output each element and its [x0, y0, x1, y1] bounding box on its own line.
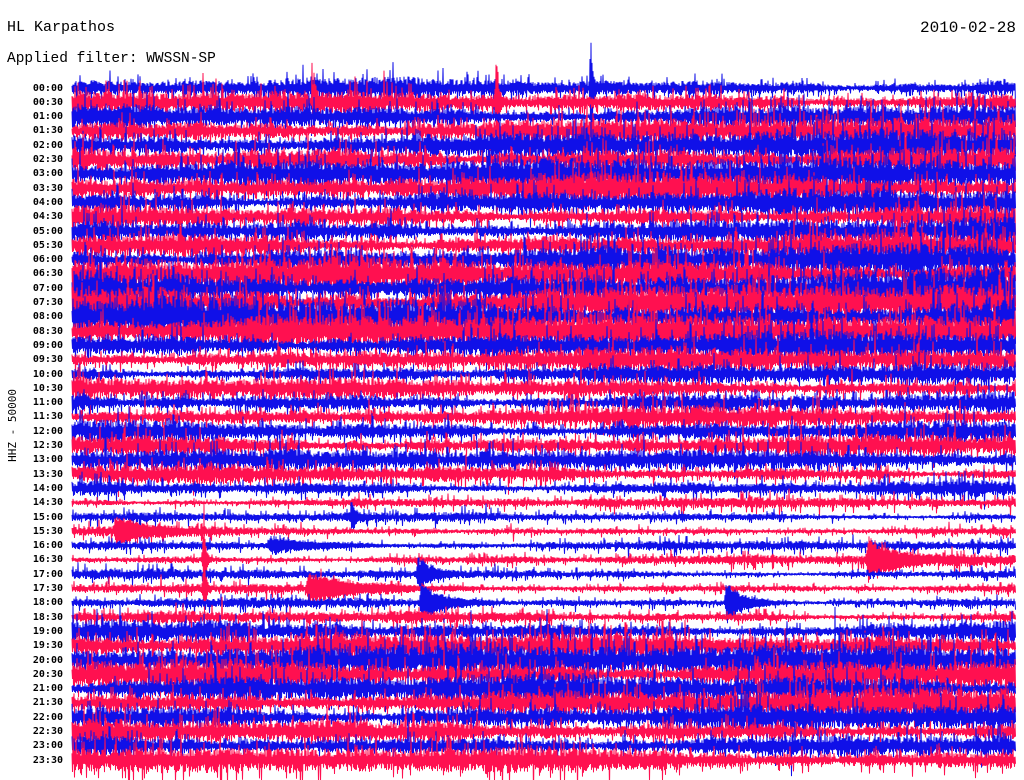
time-label-0400: 04:00	[32, 196, 63, 208]
time-label-1630: 16:30	[32, 554, 63, 566]
time-label-2330: 23:30	[32, 754, 63, 766]
time-label-0500: 05:00	[32, 225, 63, 237]
time-label-0430: 04:30	[32, 211, 63, 223]
time-label-0630: 06:30	[32, 268, 63, 280]
time-label-0530: 05:30	[32, 239, 63, 251]
time-label-0800: 08:00	[32, 311, 63, 323]
time-label-0230: 02:30	[32, 154, 63, 165]
trace-1500	[71, 502, 1016, 530]
time-label-0200: 02:00	[32, 139, 63, 151]
helicorder-plot: HL Karpathos 2010-02-28 Applied filter: …	[0, 0, 1024, 780]
station-title: HL Karpathos	[7, 19, 116, 36]
time-label-2100: 21:00	[32, 683, 63, 695]
time-label-2230: 22:30	[32, 726, 63, 737]
time-label-0900: 09:00	[32, 339, 63, 351]
time-label-0730: 07:30	[32, 297, 63, 308]
seismogram-traces	[71, 42, 1016, 780]
time-label-2130: 21:30	[32, 697, 63, 709]
channel-scale-label: HHZ - 50000	[5, 388, 19, 462]
time-label-1730: 17:30	[32, 583, 63, 594]
time-label-0330: 03:30	[32, 182, 63, 194]
time-label-0030: 00:30	[32, 96, 63, 108]
time-label-1530: 15:30	[32, 525, 63, 537]
time-label-2000: 20:00	[32, 654, 63, 666]
filter-label: Applied filter: WWSSN-SP	[7, 51, 216, 67]
time-label-0600: 06:00	[32, 254, 63, 266]
trace-1530	[71, 516, 1016, 545]
record-date: 2010-02-28	[919, 19, 1016, 37]
time-label-0930: 09:30	[32, 354, 63, 366]
y-axis-label: HHZ - 50000	[4, 380, 20, 470]
time-label-2030: 20:30	[32, 668, 63, 680]
time-label-1800: 18:00	[32, 597, 63, 609]
time-label-1900: 19:00	[32, 625, 63, 637]
time-label-1700: 17:00	[32, 568, 63, 580]
time-label-0000: 00:00	[32, 82, 63, 94]
time-label-1600: 16:00	[32, 540, 63, 552]
time-label-1930: 19:30	[32, 640, 63, 652]
time-label-2300: 23:00	[32, 740, 63, 752]
time-label-1430: 14:30	[32, 497, 63, 509]
time-label-0130: 01:30	[32, 125, 63, 137]
time-label-0100: 01:00	[32, 111, 63, 123]
time-label-0830: 08:30	[32, 325, 63, 337]
time-label-1830: 18:30	[32, 611, 63, 623]
time-label-1400: 14:00	[32, 482, 63, 494]
time-label-1000: 10:00	[32, 368, 63, 380]
time-label-0300: 03:00	[32, 168, 63, 180]
time-label-1500: 15:00	[32, 511, 63, 523]
time-label-0700: 07:00	[32, 282, 63, 294]
time-label-2200: 22:00	[32, 711, 63, 723]
